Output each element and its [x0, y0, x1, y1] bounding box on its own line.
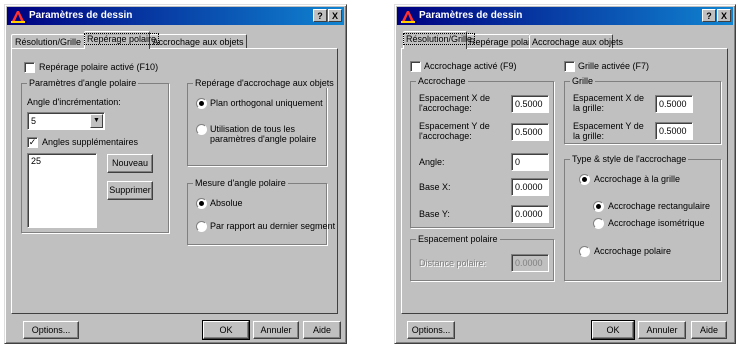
orthogonal-only-label: Plan orthogonal uniquement	[210, 98, 323, 108]
drawing-settings-dialog-polar: Paramètres de dessin ? X Résolution/Gril…	[4, 4, 347, 344]
isometric-snap-radio[interactable]	[593, 218, 604, 229]
relative-last-segment-label: Par rapport au dernier segment	[210, 221, 336, 231]
ok-button[interactable]: OK	[202, 320, 250, 340]
grid-snap-label: Accrochage à la grille	[594, 174, 681, 184]
tab-resolution-grid[interactable]: Résolution/Grille	[402, 31, 476, 49]
ok-button[interactable]: OK	[591, 320, 635, 340]
snap-y-spacing-label: Espacement Y de l'accrochage:	[419, 121, 490, 141]
orthogonal-only-radio[interactable]	[196, 98, 207, 109]
close-title-button[interactable]: X	[328, 9, 342, 22]
drawing-settings-dialog-grid: Paramètres de dessin ? X Résolution/Gril…	[394, 4, 736, 344]
snap-type-style-group: Type & style de l'accrochage Accrochage …	[564, 154, 721, 281]
title-bar[interactable]: Paramètres de dessin ? X	[7, 7, 344, 25]
polar-snap-label: Accrochage polaire	[594, 246, 672, 256]
tab-polar-tracking[interactable]: Repérage polaire	[466, 34, 538, 49]
grid-x-spacing-input[interactable]: 0.5000	[655, 95, 693, 113]
tab-panel: Repérage polaire activé (F10) Paramètres…	[11, 48, 338, 314]
cancel-button[interactable]: Annuler	[253, 321, 299, 339]
help-title-button[interactable]: ?	[313, 9, 327, 22]
autocad-app-icon	[401, 11, 415, 23]
title-bar[interactable]: Paramètres de dessin ? X	[397, 7, 733, 25]
base-x-input[interactable]: 0.0000	[511, 178, 549, 196]
base-x-label: Base X:	[419, 182, 451, 192]
snap-angle-input[interactable]: 0	[511, 153, 549, 171]
rectangular-snap-label: Accrochage rectangulaire	[608, 201, 711, 211]
isometric-snap-label: Accrochage isométrique	[608, 218, 705, 228]
base-y-input[interactable]: 0.0000	[511, 205, 549, 223]
window-title: Paramètres de dessin	[419, 10, 523, 21]
snap-group-title: Accrochage	[416, 76, 468, 86]
polar-angle-measurement-title: Mesure d'angle polaire	[193, 178, 288, 188]
polar-angle-measurement-group: Mesure d'angle polaire Absolue Par rappo…	[187, 178, 335, 245]
polar-enabled-checkbox[interactable]	[24, 62, 35, 73]
all-polar-angles-radio[interactable]	[196, 124, 207, 135]
new-angle-button[interactable]: Nouveau	[107, 154, 153, 173]
polar-distance-label: Distance polaire:	[419, 258, 487, 268]
base-y-label: Base Y:	[419, 209, 450, 219]
grid-y-spacing-input[interactable]: 0.5000	[655, 122, 693, 140]
tab-object-snap[interactable]: Accrochage aux objets	[529, 34, 623, 49]
object-snap-tracking-title: Repérage d'accrochage aux objets	[193, 78, 336, 88]
polar-spacing-title: Espacement polaire	[416, 234, 500, 244]
snap-group: Accrochage Espacement X de l'accrochage:…	[410, 76, 554, 228]
polar-enabled-label: Repérage polaire activé (F10)	[39, 62, 159, 72]
polar-spacing-group: Espacement polaire Distance polaire: 0.0…	[410, 234, 554, 281]
delete-angle-button[interactable]: Supprimer	[107, 181, 153, 200]
increment-angle-dropdown[interactable]: 5 ▼	[27, 112, 105, 130]
snap-enabled-label: Accrochage activé (F9)	[424, 61, 517, 71]
snap-x-spacing-label: Espacement X de l'accrochage:	[419, 93, 491, 113]
window-title: Paramètres de dessin	[29, 10, 133, 21]
tab-polar-tracking[interactable]: Repérage polaire	[83, 31, 160, 49]
extra-angles-list[interactable]: 25	[27, 153, 97, 228]
options-button[interactable]: Options...	[407, 321, 455, 339]
grid-enabled-checkbox[interactable]	[564, 61, 575, 72]
help-button[interactable]: Aide	[691, 321, 727, 339]
help-button[interactable]: Aide	[303, 321, 341, 339]
increment-angle-label: Angle d'incrémentation:	[27, 97, 121, 107]
absolute-radio[interactable]	[196, 198, 207, 209]
rectangular-snap-radio[interactable]	[593, 201, 604, 212]
options-button[interactable]: Options...	[23, 321, 79, 339]
polar-angle-settings-group: Paramètres d'angle polaire Angle d'incré…	[21, 78, 169, 233]
snap-y-spacing-input[interactable]: 0.5000	[511, 123, 549, 141]
tab-resolution-grid[interactable]: Résolution/Grille	[11, 34, 85, 49]
close-title-button[interactable]: X	[717, 9, 731, 22]
grid-x-spacing-label: Espacement X de la grille:	[573, 93, 645, 113]
snap-enabled-checkbox[interactable]	[410, 61, 421, 72]
absolute-label: Absolue	[210, 198, 243, 208]
cancel-button[interactable]: Annuler	[638, 321, 686, 339]
tab-panel: Accrochage activé (F9) Grille activée (F…	[401, 48, 728, 314]
grid-group-title: Grille	[570, 76, 596, 86]
extra-angles-label: Angles supplémentaires	[42, 137, 139, 147]
autocad-app-icon	[11, 11, 25, 23]
snap-angle-label: Angle:	[419, 157, 445, 167]
snap-x-spacing-input[interactable]: 0.5000	[511, 95, 549, 113]
grid-enabled-label: Grille activée (F7)	[578, 61, 650, 71]
list-item[interactable]: 25	[31, 156, 93, 166]
polar-snap-radio[interactable]	[579, 246, 590, 257]
object-snap-tracking-group: Repérage d'accrochage aux objets Plan or…	[187, 78, 336, 166]
polar-angle-settings-title: Paramètres d'angle polaire	[27, 78, 139, 88]
grid-y-spacing-label: Espacement Y de la grille:	[573, 121, 644, 141]
chevron-down-icon[interactable]: ▼	[90, 114, 103, 128]
extra-angles-checkbox[interactable]: ✓	[27, 137, 38, 148]
grid-group: Grille Espacement X de la grille: 0.5000…	[564, 76, 721, 144]
polar-distance-input: 0.0000	[511, 254, 549, 272]
tab-object-snap[interactable]: Accrochage aux objets	[149, 34, 247, 49]
relative-last-segment-radio[interactable]	[196, 221, 207, 232]
all-polar-angles-label: Utilisation de tous les paramètres d'ang…	[210, 124, 317, 144]
snap-type-style-title: Type & style de l'accrochage	[570, 154, 689, 164]
help-title-button[interactable]: ?	[702, 9, 716, 22]
grid-snap-radio[interactable]	[579, 174, 590, 185]
